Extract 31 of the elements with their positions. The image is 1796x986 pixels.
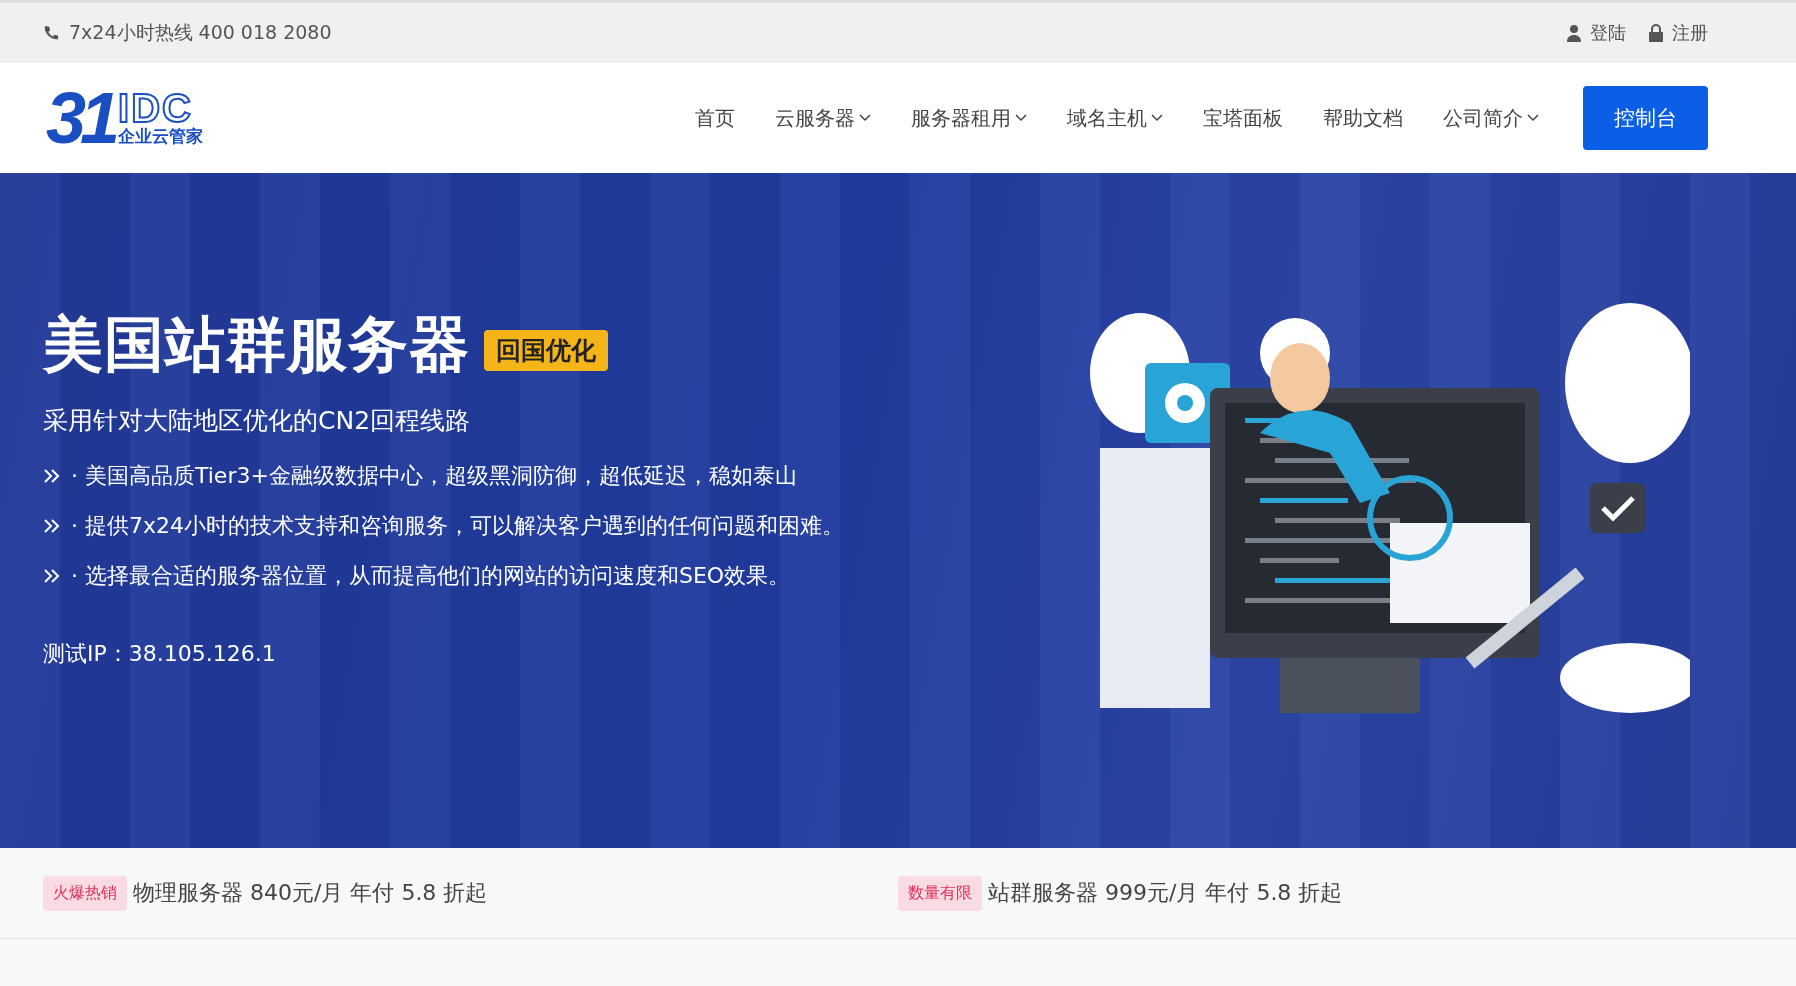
- logo-tagline: 企业云管家: [118, 127, 204, 145]
- double-chevron-icon: [43, 518, 61, 534]
- logo-mark: 31: [46, 91, 115, 145]
- user-icon: [1566, 24, 1582, 42]
- nav-item[interactable]: 服务器租用: [911, 104, 1027, 132]
- phone-icon: [43, 24, 59, 42]
- hero-subtitle: 采用针对大陆地区优化的CN2回程线路: [43, 405, 472, 437]
- lock-icon: [1648, 24, 1664, 42]
- nav-item[interactable]: 公司简介: [1443, 104, 1539, 132]
- logo-letters: IDC: [118, 91, 193, 125]
- double-chevron-icon: [43, 468, 61, 484]
- nav-item[interactable]: 云服务器: [775, 104, 871, 132]
- feature-text: · 提供7x24小时的技术支持和咨询服务，可以解决客户遇到的任何问题和困难。: [71, 512, 844, 540]
- promo-text[interactable]: 站群服务器 999元/月 年付 5.8 折起: [988, 878, 1343, 908]
- nav-item[interactable]: 宝塔面板: [1203, 104, 1283, 132]
- account-link[interactable]: 注册: [1648, 21, 1708, 45]
- feature-text: · 选择最合适的服务器位置，从而提高他们的网站的访问速度和SEO效果。: [71, 562, 791, 590]
- test-ip-text: 测试IP：38.105.126.1: [43, 640, 277, 668]
- account-link[interactable]: 登陆: [1566, 21, 1626, 45]
- nav-item[interactable]: 首页: [695, 104, 735, 132]
- hotline-text: 7x24小时热线 400 018 2080: [69, 20, 332, 45]
- hero-title: 美国站群服务器: [43, 308, 470, 381]
- hero-badge: 回国优化: [484, 330, 608, 371]
- promo-text[interactable]: 物理服务器 840元/月 年付 5.8 折起: [133, 878, 488, 908]
- double-chevron-icon: [43, 568, 61, 584]
- promo-tag: 火爆热销: [43, 875, 127, 911]
- nav-item[interactable]: 帮助文档: [1323, 104, 1403, 132]
- nav-item[interactable]: 域名主机: [1067, 104, 1163, 132]
- console-button[interactable]: 控制台: [1583, 86, 1708, 150]
- feature-text: · 美国高品质Tier3+金融级数据中心，超级黑洞防御，超低延迟，稳如泰山: [71, 462, 797, 490]
- promo-tag: 数量有限: [898, 875, 982, 911]
